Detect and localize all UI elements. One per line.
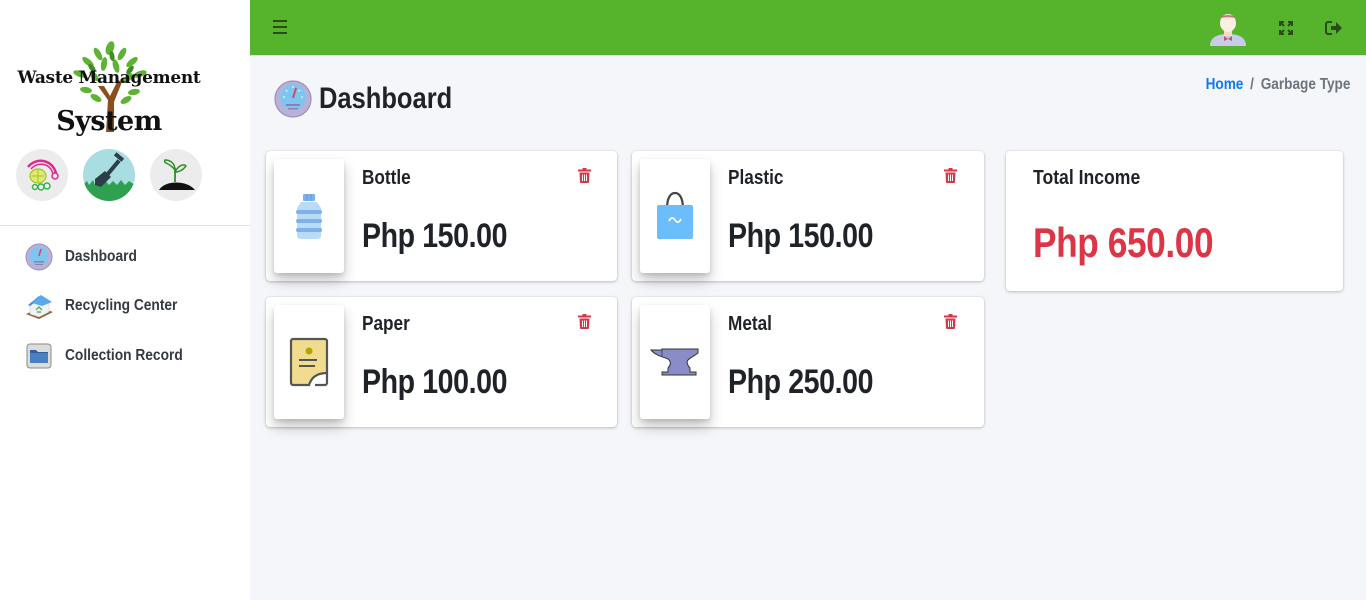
sidebar-item-recycling-center[interactable]: Recycling Center [0,282,250,332]
total-income-title: Total Income [1033,167,1141,189]
sidebar-item-label: Collection Record [65,346,183,364]
card-title: Plastic [728,167,784,189]
sidebar-item-collection-record[interactable]: Collection Record [0,331,250,381]
plastic-bag-icon [657,191,693,239]
sidebar: Waste Management System Dashboard Recycl… [0,0,250,600]
delete-icon[interactable] [944,168,957,183]
anvil-icon [650,348,699,376]
delete-icon[interactable] [578,314,591,329]
garbage-card-paper: Paper Php 100.00 [266,297,617,427]
page-title: Dashboard [319,82,453,115]
card-value: Php 150.00 [728,217,874,255]
total-income-card: Total Income Php 650.00 [1006,151,1343,291]
card-value: Php 250.00 [728,363,874,401]
sign-out-icon[interactable] [1325,20,1343,36]
sprout-icon [150,149,202,201]
card-value: Php 150.00 [362,217,508,255]
top-navbar [250,0,1366,56]
speedometer-icon [24,242,54,272]
breadcrumb-separator: / [1249,76,1254,93]
delete-icon[interactable] [578,168,591,183]
compost-icon [16,149,68,201]
shovel-icon [83,149,135,201]
card-title: Metal [728,313,772,335]
breadcrumb: Home / Garbage Type [1205,76,1350,94]
card-icon-box [640,159,710,273]
sidebar-item-label: Dashboard [65,247,137,265]
brand-subtitle: System [56,106,162,137]
brand-badges [16,149,202,201]
card-icon-box [274,159,344,273]
brand-title: Waste Management [17,68,201,88]
hamburger-icon[interactable] [273,20,288,36]
sidebar-item-label: Recycling Center [65,297,178,315]
card-icon-box [640,305,710,419]
garbage-card-metal: Metal Php 250.00 [632,297,984,427]
folder-icon [24,341,54,371]
garbage-card-plastic: Plastic Php 150.00 [632,151,984,281]
paper-icon [289,337,329,387]
card-value: Php 100.00 [362,363,508,401]
delete-icon[interactable] [944,314,957,329]
recycling-house-icon [24,291,54,321]
breadcrumb-home-link[interactable]: Home [1205,76,1243,93]
garbage-card-bottle: Bottle Php 150.00 [266,151,617,281]
brand: Waste Management System [0,0,250,226]
card-title: Bottle [362,167,411,189]
card-title: Paper [362,313,410,335]
bottle-icon [296,194,322,239]
card-icon-box [274,305,344,419]
speedometer-icon [274,80,312,118]
page-header: Dashboard [274,80,476,118]
expand-icon[interactable] [1278,20,1294,36]
breadcrumb-current: Garbage Type [1260,76,1350,93]
sidebar-nav: Dashboard Recycling Center Collection Re… [0,232,250,381]
total-income-value: Php 650.00 [1033,219,1214,266]
sidebar-item-dashboard[interactable]: Dashboard [0,232,250,282]
user-avatar-icon[interactable] [1208,9,1248,47]
